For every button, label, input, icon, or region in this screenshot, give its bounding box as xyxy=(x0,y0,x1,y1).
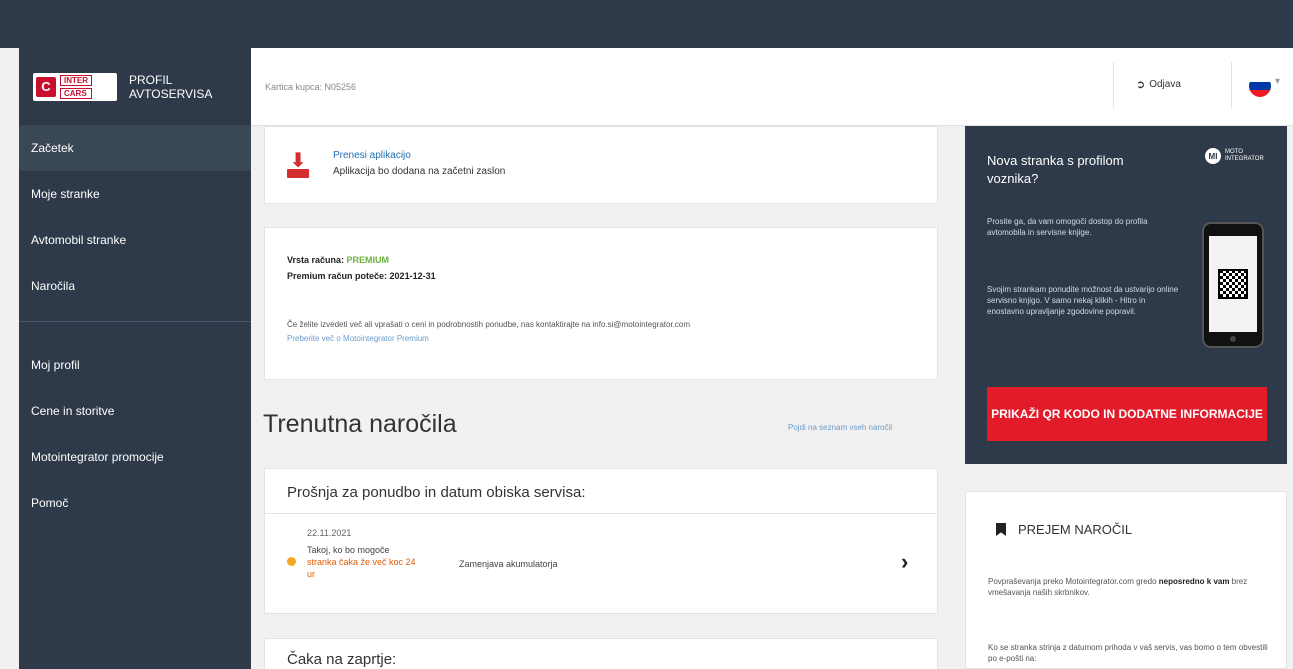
promo-text-2: Svojim strankam ponudite možnost da ustv… xyxy=(987,285,1179,316)
sidebar-item-moje-stranke[interactable]: Moje stranke xyxy=(19,171,251,217)
header-divider xyxy=(1113,62,1114,108)
order-status-late: stranka čaka že več koc 24 ur xyxy=(307,557,416,579)
awaiting-closure-panel: Čaka na zaprtje: xyxy=(264,638,938,669)
show-qr-code-button[interactable]: PRIKAŽI QR KODO IN DODATNE INFORMACIJE xyxy=(987,387,1267,441)
sidebar-item-label: Začetek xyxy=(31,141,74,155)
awaiting-closure-title: Čaka na zaprtje: xyxy=(287,651,397,668)
order-receipt-title-text: PREJEM NAROČIL xyxy=(1018,522,1133,537)
current-orders-title: Trenutna naročila xyxy=(263,410,457,438)
sidebar-item-label: Avtomobil stranke xyxy=(31,233,127,247)
logo-line-2: CARS xyxy=(60,87,92,99)
logo-mark: C xyxy=(36,76,56,97)
slovenia-flag-icon[interactable] xyxy=(1249,75,1271,97)
sidebar-item-zacetek[interactable]: Začetek xyxy=(19,125,251,171)
sidebar-item-label: Naročila xyxy=(31,279,76,293)
sidebar-divider xyxy=(19,321,251,322)
order-row[interactable]: 22.11.2021 Takoj, ko bo mogoče stranka č… xyxy=(264,514,938,614)
sidebar-item-moj-profil[interactable]: Moj profil xyxy=(19,342,251,388)
quote-request-title: Prošnja za ponudbo in datum obiska servi… xyxy=(287,484,586,501)
brand[interactable]: C INTER CARS PROFIL AVTOSERVISA xyxy=(19,48,251,125)
all-orders-link[interactable]: Pojdi na seznam vseh naročil xyxy=(788,423,892,432)
flag-stripe-white xyxy=(1249,75,1271,83)
order-service: Zamenjava akumulatorja xyxy=(459,559,558,569)
sidebar-item-label: Pomoč xyxy=(31,496,69,510)
inter-cars-logo: C INTER CARS xyxy=(33,72,117,101)
phone-qr-illustration xyxy=(1202,222,1264,348)
motointegrator-logo-line-1: MOTO xyxy=(1225,149,1243,155)
top-bar xyxy=(0,0,1293,48)
order-receipt-text-1: Povpraševanja preko Motointegrator.com g… xyxy=(988,577,1248,597)
qr-code-icon xyxy=(1218,269,1248,299)
customer-card-number: Kartica kupca: N05256 xyxy=(265,82,357,92)
sidebar-item-motointegrator-promocije[interactable]: Motointegrator promocije xyxy=(19,434,251,480)
account-type-label: Vrsta računa: xyxy=(287,255,345,265)
flag-stripe-blue xyxy=(1249,82,1271,90)
account-panel: Vrsta računa: PREMIUM Premium račun pote… xyxy=(264,227,938,380)
bookmark-icon xyxy=(996,523,1006,536)
order-status-text: Takoj, ko bo mogoče xyxy=(307,545,390,555)
logo-line-1: INTER xyxy=(60,74,92,86)
sidebar-item-pomoc[interactable]: Pomoč xyxy=(19,480,251,526)
motointegrator-logo-line-2: INTEGRATOR xyxy=(1225,156,1264,162)
logo-text: INTER CARS xyxy=(60,74,92,100)
premium-learn-more-link[interactable]: Preberite več o Motointegrator Premium xyxy=(287,334,429,343)
logout-label: Odjava xyxy=(1149,79,1181,90)
header-divider xyxy=(1231,62,1232,108)
sidebar-item-label: Moje stranke xyxy=(31,187,100,201)
chevron-down-icon[interactable]: ▾ xyxy=(1275,76,1280,87)
motointegrator-logo: MI MOTO INTEGRATOR xyxy=(1205,148,1264,164)
promo-title: Nova stranka s profilom voznika? xyxy=(987,153,1124,186)
flag-stripe-red xyxy=(1249,89,1271,97)
logout-icon: ➲ xyxy=(1136,79,1146,91)
chevron-right-icon[interactable]: › xyxy=(901,549,908,575)
sidebar-item-narocila[interactable]: Naročila xyxy=(19,263,251,309)
order-receipt-title: PREJEM NAROČIL xyxy=(996,522,1132,537)
download-icon[interactable]: ⬇ xyxy=(287,151,309,178)
sidebar-item-cene-in-storitve[interactable]: Cene in storitve xyxy=(19,388,251,434)
download-app-subtitle: Aplikacija bo dodana na začetni zaslon xyxy=(333,166,506,177)
account-expiry-value: 2021-12-31 xyxy=(389,271,436,281)
sidebar-item-label: Cene in storitve xyxy=(31,404,115,418)
brand-title-line-1: PROFIL xyxy=(129,72,173,87)
sidebar-item-label: Moj profil xyxy=(31,358,80,372)
account-type: Vrsta računa: PREMIUM xyxy=(287,255,389,265)
download-app-panel: ⬇ Prenesi aplikacijo Aplikacija bo dodan… xyxy=(264,126,938,204)
account-expiry: Premium račun poteče: 2021-12-31 xyxy=(287,271,436,281)
status-dot-icon xyxy=(287,557,296,566)
motointegrator-logo-mark: MI xyxy=(1205,148,1221,164)
account-type-value: PREMIUM xyxy=(346,255,390,265)
order-receipt-text-2: Ko se stranka strinja z datumom prihoda … xyxy=(988,643,1268,663)
brand-title: PROFIL AVTOSERVISA xyxy=(129,73,212,101)
sidebar: C INTER CARS PROFIL AVTOSERVISA Začetek … xyxy=(19,48,251,669)
brand-title-line-2: AVTOSERVISA xyxy=(129,86,213,101)
account-info-text: Če želite izvedeti več ali vprašati o ce… xyxy=(287,320,691,329)
promo-text-1: Prosite ga, da vam omogoči dostop do pro… xyxy=(987,217,1148,237)
account-expiry-label: Premium račun poteče: xyxy=(287,271,388,281)
sidebar-item-avtomobil-stranke[interactable]: Avtomobil stranke xyxy=(19,217,251,263)
new-customer-promo: Nova stranka s profilom voznika? MI MOTO… xyxy=(965,126,1287,464)
download-app-link[interactable]: Prenesi aplikacijo xyxy=(333,150,411,161)
order-status: Takoj, ko bo mogoče stranka čaka že več … xyxy=(307,544,417,580)
order-receipt-panel: PREJEM NAROČIL Povpraševanja preko Motoi… xyxy=(965,491,1287,669)
sidebar-item-label: Motointegrator promocije xyxy=(31,450,164,464)
header: Kartica kupca: N05256 ➲ Odjava ▾ xyxy=(251,48,1293,126)
order-date: 22.11.2021 xyxy=(307,528,352,538)
quote-request-header: Prošnja za ponudbo in datum obiska servi… xyxy=(264,468,938,514)
logout-button[interactable]: ➲ Odjava xyxy=(1136,78,1181,91)
